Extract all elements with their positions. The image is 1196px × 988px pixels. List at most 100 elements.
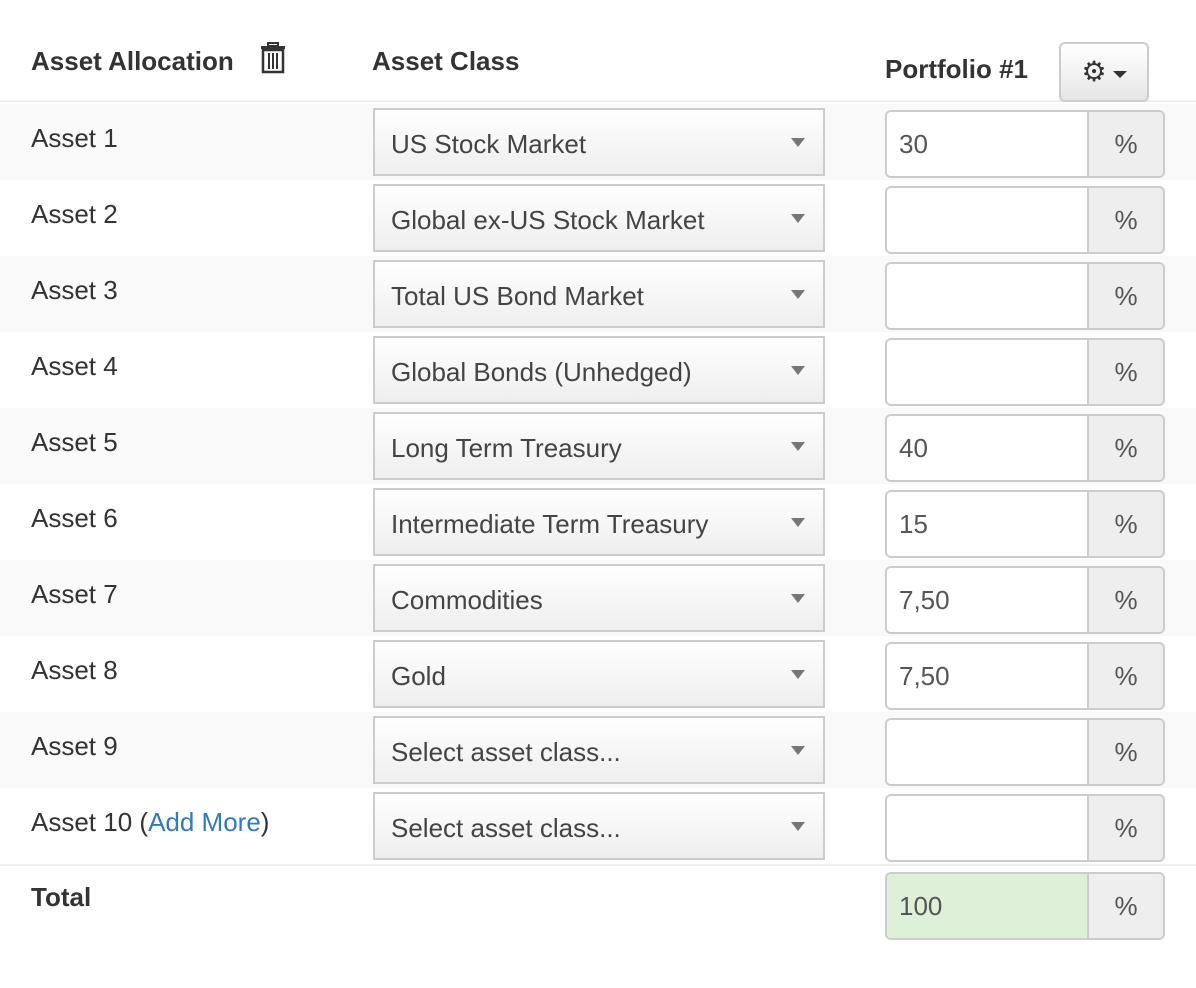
asset-class-select[interactable]: Total US Bond Market (373, 260, 825, 328)
asset-class-select[interactable]: Select asset class... (373, 716, 825, 784)
table-header: Asset Allocation Asset Class Portfolio #… (0, 0, 1196, 102)
caret-down-icon (1112, 70, 1127, 78)
percent-addon: % (1089, 112, 1163, 176)
portfolio-heading: Portfolio #1 (885, 54, 1029, 84)
allocation-percent-field[interactable] (887, 340, 1089, 404)
allocation-percent-field[interactable] (887, 416, 1089, 480)
allocation-percent-group: % (885, 414, 1165, 482)
dropdown-arrow-icon (791, 822, 805, 831)
asset-class-select[interactable]: Gold (373, 640, 825, 708)
asset-row: Asset 1 US Stock Market% (0, 104, 1196, 180)
allocation-percent-group: % (885, 186, 1165, 254)
allocation-percent-field[interactable] (887, 644, 1089, 708)
asset-label-text: Asset 9 (31, 731, 118, 761)
asset-label-suffix: ) (260, 807, 270, 837)
allocation-percent-group: % (885, 338, 1165, 406)
allocation-percent-field[interactable] (887, 492, 1089, 556)
asset-row: Asset 8 Gold% (0, 636, 1196, 712)
total-row: Total % (0, 864, 1196, 956)
asset-class-value: Commodities (391, 585, 543, 615)
asset-label: Asset 2 (31, 199, 118, 230)
asset-label: Asset 4 (31, 351, 118, 382)
allocation-percent-field[interactable] (887, 188, 1089, 252)
allocation-percent-field[interactable] (887, 568, 1089, 632)
asset-label-text: Asset 1 (31, 123, 118, 153)
asset-label: Asset 10 (Add More) (31, 807, 269, 838)
asset-class-select[interactable]: Select asset class... (373, 792, 825, 860)
dropdown-arrow-icon (791, 138, 805, 147)
percent-addon: % (1089, 874, 1163, 938)
asset-label-text: Asset 8 (31, 655, 118, 685)
asset-row: Asset 4 Global Bonds (Unhedged)% (0, 332, 1196, 408)
asset-label-text: Asset 7 (31, 579, 118, 609)
asset-row: Asset 9 Select asset class...% (0, 712, 1196, 788)
allocation-percent-group: % (885, 718, 1165, 786)
dropdown-arrow-icon (791, 442, 805, 451)
asset-class-value: Total US Bond Market (391, 281, 644, 311)
total-label: Total (31, 882, 92, 912)
asset-row: Asset 3 Total US Bond Market% (0, 256, 1196, 332)
trash-icon[interactable] (260, 42, 286, 74)
percent-addon: % (1089, 416, 1163, 480)
allocation-percent-group: % (885, 794, 1165, 862)
asset-label: Asset 6 (31, 503, 118, 534)
percent-addon: % (1089, 492, 1163, 556)
asset-class-select[interactable]: Intermediate Term Treasury (373, 488, 825, 556)
asset-label-text: Asset 6 (31, 503, 118, 533)
percent-addon: % (1089, 644, 1163, 708)
asset-class-value: Intermediate Term Treasury (391, 509, 709, 539)
percent-addon: % (1089, 720, 1163, 784)
asset-row: Asset 7 Commodities% (0, 560, 1196, 636)
asset-class-select[interactable]: Global ex-US Stock Market (373, 184, 825, 252)
dropdown-arrow-icon (791, 746, 805, 755)
dropdown-arrow-icon (791, 366, 805, 375)
allocation-percent-field[interactable] (887, 112, 1089, 176)
asset-label: Asset 7 (31, 579, 118, 610)
total-percent-group: % (885, 872, 1165, 940)
allocation-percent-field[interactable] (887, 796, 1089, 860)
asset-label: Asset 3 (31, 275, 118, 306)
asset-class-select[interactable]: Long Term Treasury (373, 412, 825, 480)
gear-icon: ⚙ (1081, 56, 1107, 87)
dropdown-arrow-icon (791, 594, 805, 603)
asset-label: Asset 9 (31, 731, 118, 762)
percent-addon: % (1089, 796, 1163, 860)
allocation-percent-field[interactable] (887, 720, 1089, 784)
asset-label: Asset 8 (31, 655, 118, 686)
dropdown-arrow-icon (791, 214, 805, 223)
asset-class-value: Gold (391, 661, 446, 691)
asset-row: Asset 6 Intermediate Term Treasury% (0, 484, 1196, 560)
asset-label-text: Asset 4 (31, 351, 118, 381)
asset-class-value: Long Term Treasury (391, 433, 622, 463)
allocation-percent-group: % (885, 642, 1165, 710)
percent-addon: % (1089, 264, 1163, 328)
allocation-percent-group: % (885, 566, 1165, 634)
asset-class-value: US Stock Market (391, 129, 587, 159)
dropdown-arrow-icon (791, 290, 805, 299)
asset-class-select[interactable]: Global Bonds (Unhedged) (373, 336, 825, 404)
asset-row: Asset 5 Long Term Treasury% (0, 408, 1196, 484)
allocation-percent-field[interactable] (887, 264, 1089, 328)
total-percent-field[interactable] (887, 874, 1089, 938)
percent-addon: % (1089, 340, 1163, 404)
asset-class-value: Global Bonds (Unhedged) (391, 357, 692, 387)
dropdown-arrow-icon (791, 518, 805, 527)
add-more-link[interactable]: Add More (148, 807, 261, 837)
asset-label-text: Asset 5 (31, 427, 118, 457)
allocation-percent-group: % (885, 490, 1165, 558)
asset-class-select[interactable]: US Stock Market (373, 108, 825, 176)
percent-addon: % (1089, 188, 1163, 252)
asset-allocation-heading: Asset Allocation (31, 46, 234, 76)
asset-label: Asset 5 (31, 427, 118, 458)
asset-label: Asset 1 (31, 123, 118, 154)
asset-class-value: Global ex-US Stock Market (391, 205, 705, 235)
percent-addon: % (1089, 568, 1163, 632)
asset-label-text: Asset 10 ( (31, 807, 149, 837)
asset-row: Asset 10 (Add More) Select asset class...… (0, 788, 1196, 864)
asset-class-heading: Asset Class (372, 46, 520, 76)
asset-class-select[interactable]: Commodities (373, 564, 825, 632)
portfolio-settings-button[interactable]: ⚙ (1059, 42, 1149, 102)
asset-label-text: Asset 3 (31, 275, 118, 305)
asset-row: Asset 2 Global ex-US Stock Market% (0, 180, 1196, 256)
dropdown-arrow-icon (791, 670, 805, 679)
